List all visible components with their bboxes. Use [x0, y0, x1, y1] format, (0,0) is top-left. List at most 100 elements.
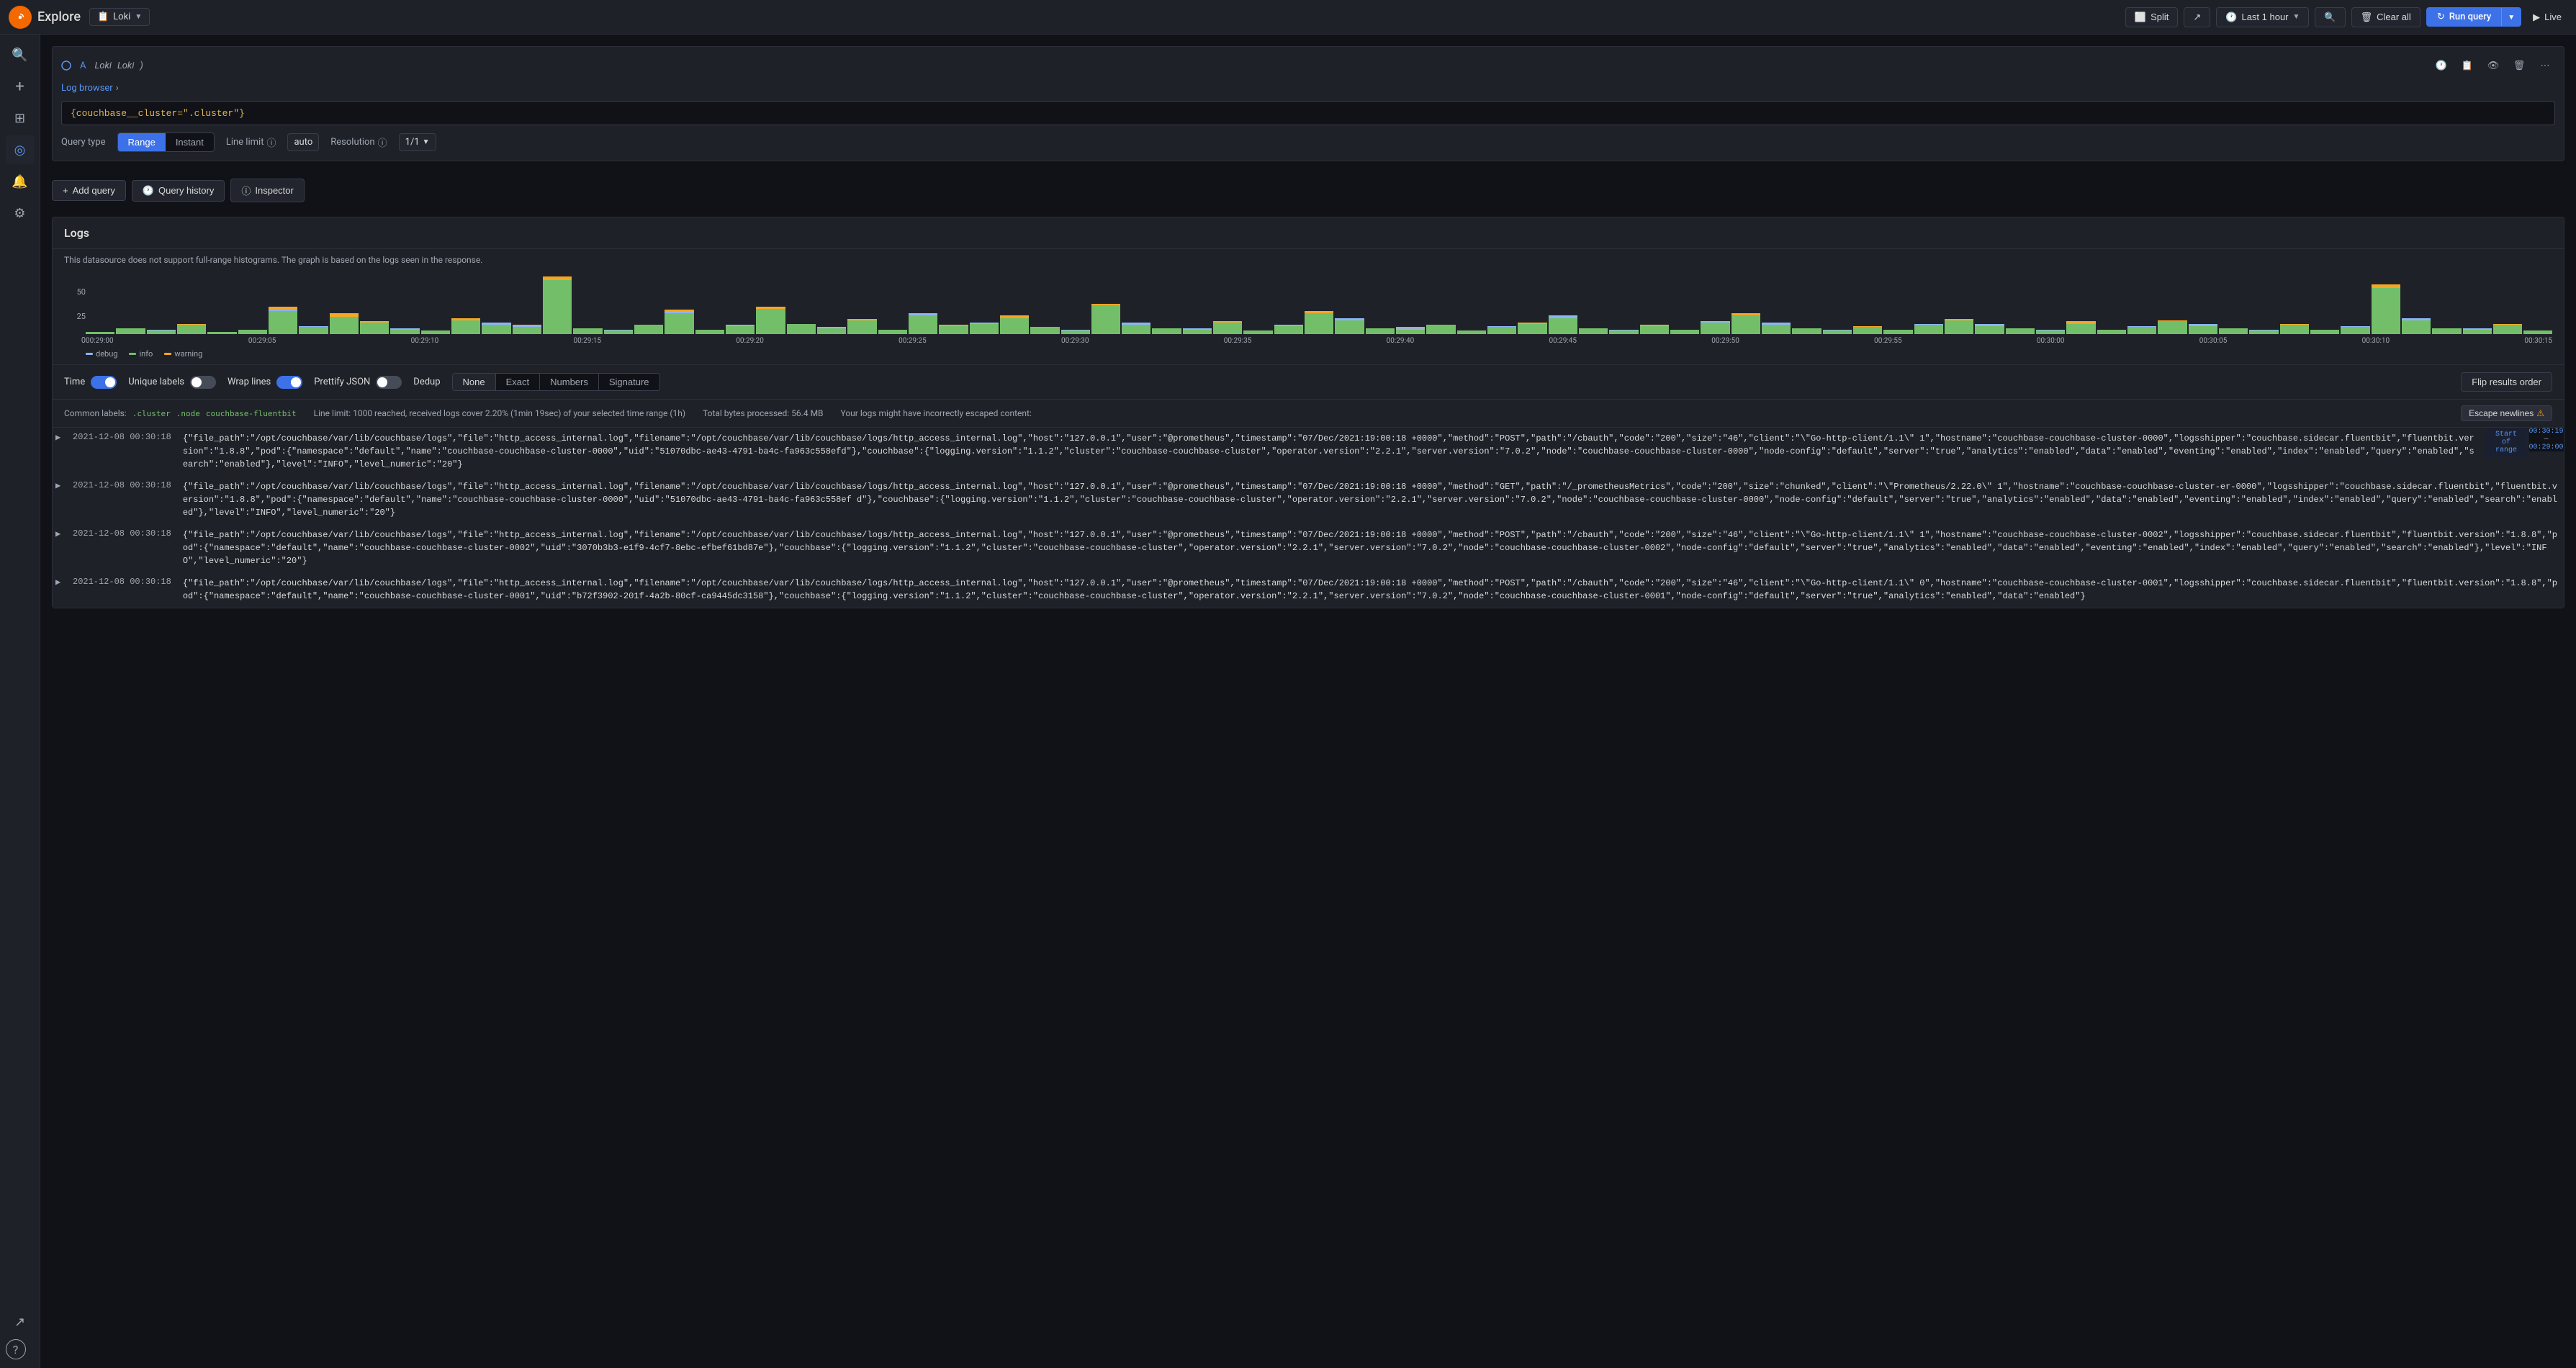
x-label: 00:29:30 — [1061, 337, 1089, 345]
dedup-exact[interactable]: Exact — [496, 374, 541, 390]
sidebar-item-settings[interactable]: ⚙ — [6, 199, 35, 228]
bar-group — [513, 276, 541, 334]
share-button[interactable]: ↗ — [2184, 7, 2210, 27]
chart-legend: debug info warning — [64, 345, 2552, 364]
escape-newlines-button[interactable]: Escape newlines ⚠ — [2461, 405, 2552, 421]
query-history-icon[interactable]: 🕐 — [2431, 55, 2451, 76]
bar-group — [1975, 276, 2004, 334]
prettify-json-control: Prettify JSON — [314, 376, 402, 389]
plus-icon: + — [63, 185, 68, 196]
instant-button[interactable]: Instant — [166, 133, 214, 151]
toggle-knob — [192, 377, 202, 387]
zoom-button[interactable]: 🔍 — [2315, 7, 2345, 27]
sidebar-item-explore[interactable]: ◎ — [6, 135, 35, 164]
datasource-selector[interactable]: 📋 Loki ▼ — [89, 8, 150, 26]
sidebar-item-add[interactable]: + — [6, 72, 35, 101]
inspector-button[interactable]: ⓘ Inspector — [230, 179, 305, 202]
bar-group — [1701, 276, 1729, 334]
run-query-dropdown[interactable]: ▼ — [2501, 8, 2521, 26]
query-copy-icon[interactable]: 📋 — [2457, 55, 2477, 76]
common-labels-text: Common labels: — [64, 408, 127, 418]
bar-group — [2127, 276, 2156, 334]
bar-group — [2523, 276, 2552, 334]
log-row: ▶2021-12-08 00:30:18{"file_path":"/opt/c… — [53, 572, 2564, 608]
bar-group — [1305, 276, 1333, 334]
flip-results-button[interactable]: Flip results order — [2461, 372, 2552, 392]
add-query-button[interactable]: + Add query — [52, 180, 126, 201]
bar-group — [207, 276, 236, 334]
grafana-logo[interactable] — [9, 6, 32, 29]
live-button[interactable]: ▶ Live — [2527, 8, 2567, 27]
y-max: 50 — [64, 287, 86, 297]
sidebar-item-help[interactable]: ? — [6, 1339, 26, 1359]
log-content: {"file_path":"/opt/couchbase/var/lib/cou… — [177, 476, 2564, 523]
bar-group — [451, 276, 480, 334]
bar-group — [1457, 276, 1486, 334]
query-header: A Loki Loki ) 🕐 📋 👁 🗑 ⋯ — [61, 55, 2555, 76]
dedup-signature[interactable]: Signature — [599, 374, 659, 390]
range-button[interactable]: Range — [118, 133, 166, 151]
bar-group — [1213, 276, 1242, 334]
bar-group — [147, 276, 176, 334]
bar-group — [1396, 276, 1425, 334]
total-bytes: Total bytes processed: 56.4 MB — [703, 408, 823, 418]
unique-labels-toggle[interactable] — [190, 376, 216, 389]
bar-group — [299, 276, 328, 334]
log-row-toggle[interactable]: ▶ — [53, 476, 67, 495]
log-row-toggle[interactable]: ▶ — [53, 524, 67, 544]
sidebar-item-profile[interactable]: ↗ — [6, 1308, 35, 1336]
time-toggle[interactable] — [91, 376, 117, 389]
sidebar-item-dashboard[interactable]: ⊞ — [6, 104, 35, 132]
dedup-numbers[interactable]: Numbers — [540, 374, 599, 390]
log-rows-container: ▶2021-12-08 00:30:18{"file_path":"/opt/c… — [53, 428, 2564, 608]
line-limit-input[interactable]: auto — [287, 133, 319, 151]
x-label: 00:30:10 — [2362, 337, 2390, 345]
bar-group — [1640, 276, 1669, 334]
log-chart: 50 25 0 00:29:0000:29:0500:29:1000:29:15… — [53, 271, 2564, 364]
run-icon: ↻ — [2437, 12, 2445, 22]
line-limit-notice: Line limit: 1000 reached, received logs … — [314, 408, 685, 418]
split-button[interactable]: ⬜ Split — [2125, 7, 2178, 27]
prettify-json-toggle[interactable] — [376, 376, 402, 389]
clear-icon: 🗑 — [2361, 12, 2373, 23]
log-timestamp: 2021-12-08 00:30:18 — [67, 476, 177, 495]
query-more-icon[interactable]: ⋯ — [2535, 55, 2555, 76]
toggle-knob — [291, 377, 301, 387]
bar-group — [1853, 276, 1882, 334]
info-icon: ⓘ — [266, 135, 276, 149]
x-label: 00:29:40 — [1387, 337, 1415, 345]
dedup-none[interactable]: None — [453, 374, 496, 390]
run-query-button[interactable]: ↻ Run query — [2427, 8, 2501, 26]
legend-warning: warning — [164, 349, 202, 359]
resolution-value: 1/1 — [405, 137, 420, 148]
log-row-toggle[interactable]: ▶ — [53, 428, 67, 447]
bar-group — [787, 276, 816, 334]
log-row: ▶2021-12-08 00:30:18{"file_path":"/opt/c… — [53, 476, 2564, 524]
query-input[interactable]: {couchbase__cluster=".cluster"} — [61, 101, 2555, 125]
chevron-down-icon: ▼ — [135, 13, 142, 21]
bar-group — [1122, 276, 1150, 334]
logs-subtitle: This datasource does not support full-ra… — [53, 249, 2564, 271]
sidebar-item-search[interactable]: 🔍 — [6, 40, 35, 69]
query-eye-icon[interactable]: 👁 — [2483, 55, 2503, 76]
dedup-segment-group: None Exact Numbers Signature — [452, 373, 660, 391]
query-delete-icon[interactable]: 🗑 — [2509, 55, 2529, 76]
log-row-toggle[interactable]: ▶ — [53, 572, 67, 592]
bar-group — [421, 276, 450, 334]
sidebar-item-alerts[interactable]: 🔔 — [6, 167, 35, 196]
common-labels-bar: Common labels: .cluster .node couchbase-… — [53, 400, 2564, 428]
bar-group — [1000, 276, 1029, 334]
play-icon: ▶ — [2533, 12, 2540, 23]
share-icon: ↗ — [2193, 12, 2201, 23]
clear-all-button[interactable]: 🗑 Clear all — [2351, 7, 2420, 27]
query-letter — [61, 60, 74, 71]
query-history-button[interactable]: 🕐 Query history — [132, 180, 225, 202]
bar-group — [756, 276, 785, 334]
resolution-select[interactable]: 1/1 ▼ — [399, 133, 436, 151]
bar-group — [1762, 276, 1791, 334]
main-content: A Loki Loki ) 🕐 📋 👁 🗑 ⋯ Log browser › {c… — [40, 35, 2576, 1368]
time-range-button[interactable]: 🕐 Last 1 hour ▼ — [2216, 7, 2309, 27]
bar-group — [1518, 276, 1546, 334]
breadcrumb-link[interactable]: Log browser — [61, 83, 113, 94]
wrap-lines-toggle[interactable] — [276, 376, 302, 389]
